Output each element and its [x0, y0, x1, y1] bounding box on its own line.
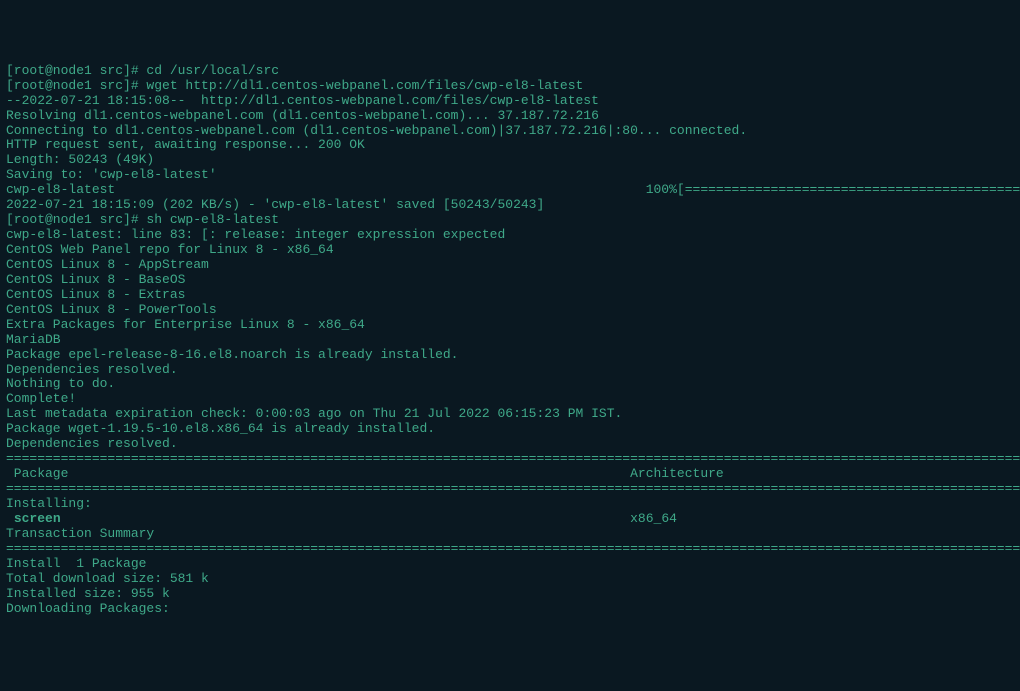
- terminal-line: Last metadata expiration check: 0:00:03 …: [6, 407, 1014, 422]
- terminal-line: Package wget-1.19.5-10.el8.x86_64 is alr…: [6, 422, 1014, 437]
- terminal-line: ========================================…: [6, 482, 1014, 497]
- terminal-line: ========================================…: [6, 542, 1014, 557]
- package-name-highlight: screen: [14, 511, 61, 526]
- terminal-line: CentOS Linux 8 - Extras: [6, 288, 1014, 303]
- terminal-line: Nothing to do.: [6, 377, 1014, 392]
- terminal-line: cwp-el8-latest 100%[====================…: [6, 183, 1014, 198]
- terminal-line: Extra Packages for Enterprise Linux 8 - …: [6, 318, 1014, 333]
- terminal-line: [root@node1 src]# sh cwp-el8-latest: [6, 213, 1014, 228]
- terminal-line: Transaction Summary: [6, 527, 1014, 542]
- terminal-line: Install 1 Package: [6, 557, 1014, 572]
- terminal-line: [root@node1 src]# wget http://dl1.centos…: [6, 79, 1014, 94]
- terminal-line: ========================================…: [6, 452, 1014, 467]
- terminal-line: Complete!: [6, 392, 1014, 407]
- terminal-line: screen x86_64: [6, 512, 1014, 527]
- terminal-line: HTTP request sent, awaiting response... …: [6, 138, 1014, 153]
- terminal-line: Length: 50243 (49K): [6, 153, 1014, 168]
- terminal-line: Installing:: [6, 497, 1014, 512]
- terminal-line: Resolving dl1.centos-webpanel.com (dl1.c…: [6, 109, 1014, 124]
- terminal-line: MariaDB: [6, 333, 1014, 348]
- terminal-line: Dependencies resolved.: [6, 363, 1014, 378]
- terminal-line: Saving to: 'cwp-el8-latest': [6, 168, 1014, 183]
- terminal-line: Package epel-release-8-16.el8.noarch is …: [6, 348, 1014, 363]
- terminal-line: Dependencies resolved.: [6, 437, 1014, 452]
- terminal-line: Package Architecture: [6, 467, 1014, 482]
- terminal-line: cwp-el8-latest: line 83: [: release: int…: [6, 228, 1014, 243]
- terminal-line: Total download size: 581 k: [6, 572, 1014, 587]
- terminal-line: 2022-07-21 18:15:09 (202 KB/s) - 'cwp-el…: [6, 198, 1014, 213]
- terminal-line: CentOS Linux 8 - BaseOS: [6, 273, 1014, 288]
- terminal-line: [root@node1 src]# cd /usr/local/src: [6, 64, 1014, 79]
- terminal-line: Connecting to dl1.centos-webpanel.com (d…: [6, 124, 1014, 139]
- terminal-output: [root@node1 src]# cd /usr/local/src[root…: [6, 64, 1014, 617]
- terminal-line: CentOS Linux 8 - AppStream: [6, 258, 1014, 273]
- terminal-line: --2022-07-21 18:15:08-- http://dl1.cento…: [6, 94, 1014, 109]
- terminal-line: CentOS Linux 8 - PowerTools: [6, 303, 1014, 318]
- terminal-line: CentOS Web Panel repo for Linux 8 - x86_…: [6, 243, 1014, 258]
- terminal-line: Downloading Packages:: [6, 602, 1014, 617]
- terminal-line: Installed size: 955 k: [6, 587, 1014, 602]
